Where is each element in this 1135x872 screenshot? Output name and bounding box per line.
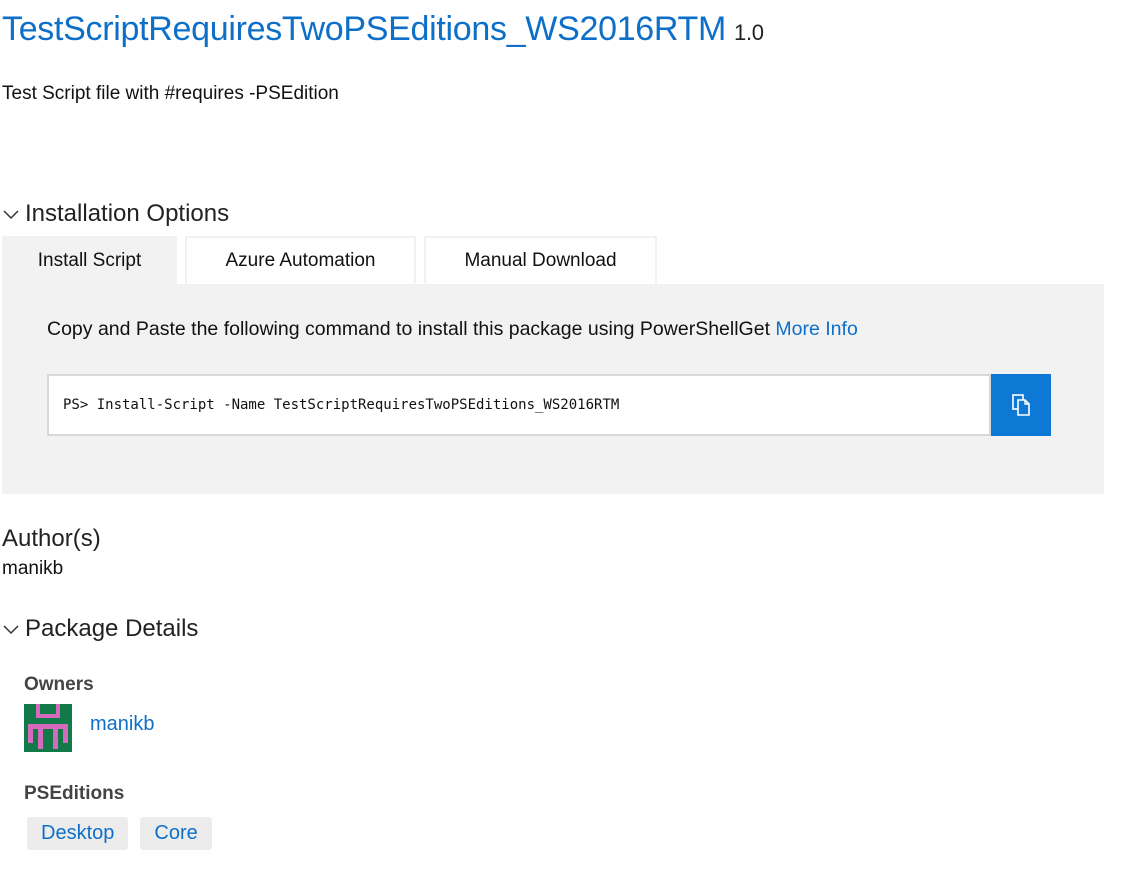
pseditions-list: Desktop Core [27, 817, 224, 850]
package-details-toggle[interactable]: Package Details [2, 615, 198, 643]
chevron-down-icon [3, 210, 19, 220]
install-script-panel: Copy and Paste the following command to … [2, 284, 1104, 494]
pseditions-label: PSEditions [24, 783, 125, 804]
install-instruction: Copy and Paste the following command to … [47, 318, 858, 341]
tab-install-script[interactable]: Install Script [2, 236, 177, 284]
owner-link[interactable]: manikb [90, 713, 154, 736]
more-info-link[interactable]: More Info [775, 318, 857, 340]
authors-heading: Author(s) [2, 525, 101, 552]
package-version: 1.0 [734, 20, 764, 45]
copy-button[interactable] [991, 374, 1051, 436]
installation-options-heading: Installation Options [25, 200, 230, 227]
page-title: TestScriptRequiresTwoPSEditions_WS2016RT… [2, 10, 764, 49]
installation-tabs: Install Script Azure Automation Manual D… [2, 236, 665, 284]
install-command-field[interactable]: PS> Install-Script -Name TestScriptRequi… [47, 374, 991, 436]
copy-icon [1012, 394, 1030, 416]
psedition-badge-core[interactable]: Core [140, 817, 212, 850]
install-instruction-text: Copy and Paste the following command to … [47, 318, 770, 340]
tab-azure-automation[interactable]: Azure Automation [185, 236, 416, 283]
psedition-badge-desktop[interactable]: Desktop [27, 817, 129, 850]
avatar[interactable] [24, 704, 72, 752]
package-description: Test Script file with #requires -PSEditi… [2, 83, 339, 104]
package-details-heading: Package Details [25, 615, 199, 642]
owners-label: Owners [24, 674, 94, 695]
tab-manual-download[interactable]: Manual Download [424, 236, 657, 283]
chevron-down-icon [3, 625, 19, 635]
package-name: TestScriptRequiresTwoPSEditions_WS2016RT… [2, 10, 727, 48]
installation-options-toggle[interactable]: Installation Options [2, 200, 229, 228]
authors-value: manikb [2, 558, 64, 579]
